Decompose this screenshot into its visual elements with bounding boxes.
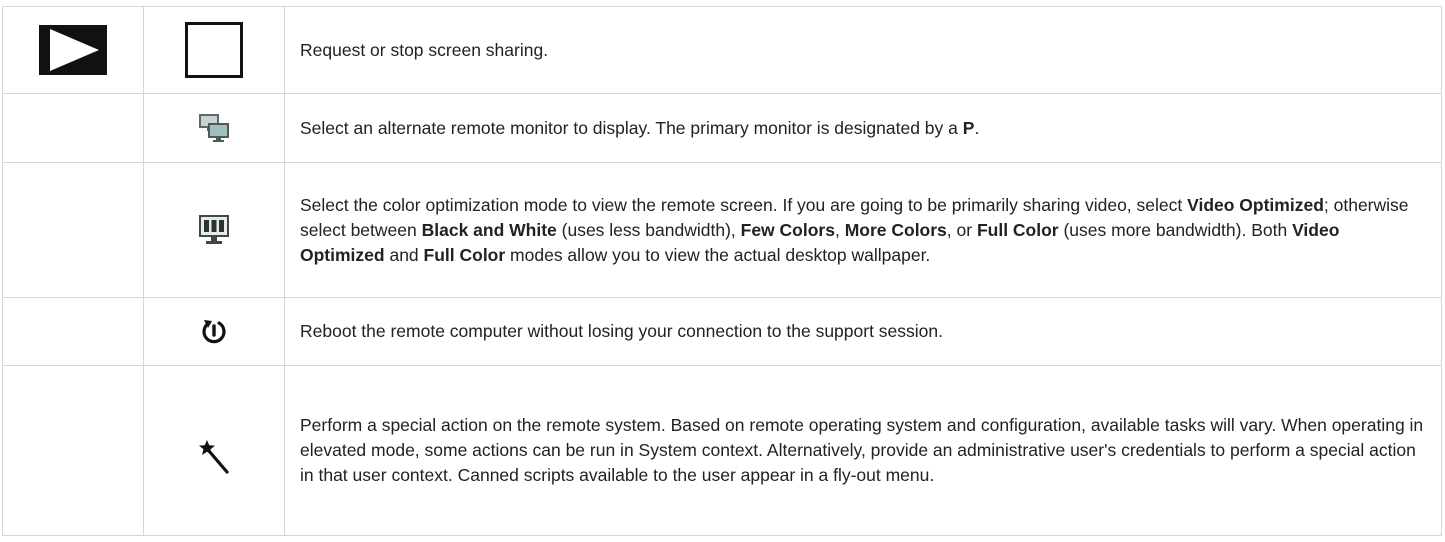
icon-cell-secondary xyxy=(143,162,285,298)
bold-term: P xyxy=(962,117,975,138)
table-row-monitor-select: Select an alternate remote monitor to di… xyxy=(2,93,1442,163)
bold-term: Video Optimized xyxy=(1187,194,1324,215)
description-text: modes allow you to view the actual deskt… xyxy=(505,244,931,265)
description-cell: Reboot the remote computer without losin… xyxy=(284,297,1442,366)
description-text: (uses less bandwidth), xyxy=(556,219,741,240)
description-text: . xyxy=(974,117,980,138)
description-text: Request or stop screen sharing. xyxy=(300,39,549,60)
color-mode-icon xyxy=(144,214,284,246)
row-description: Reboot the remote computer without losin… xyxy=(300,319,1427,344)
reboot-icon xyxy=(144,318,284,346)
table-row-color-mode: Select the color optimization mode to vi… xyxy=(2,162,1442,298)
toolbar-reference-table: Request or stop screen sharing. Select a… xyxy=(2,6,1442,536)
bold-term: Few Colors xyxy=(740,219,835,240)
description-text: Select an alternate remote monitor to di… xyxy=(300,117,963,138)
bold-term: More Colors xyxy=(844,219,947,240)
description-text: Select the color optimization mode to vi… xyxy=(300,194,1188,215)
icon-cell-secondary xyxy=(143,93,285,163)
bold-term: Black and White xyxy=(421,219,557,240)
description-text: Perform a special action on the remote s… xyxy=(300,415,1424,485)
bold-term: Full Color xyxy=(423,244,506,265)
description-text: , xyxy=(834,219,845,240)
stop-icon xyxy=(144,22,284,78)
row-description: Perform a special action on the remote s… xyxy=(300,413,1427,488)
row-description: Request or stop screen sharing. xyxy=(300,38,1427,63)
play-icon xyxy=(3,25,143,75)
monitors-icon xyxy=(144,113,284,143)
description-text: and xyxy=(384,244,424,265)
icon-cell-primary xyxy=(2,6,144,94)
icon-cell-primary xyxy=(2,93,144,163)
table-row-screen-sharing: Request or stop screen sharing. xyxy=(2,6,1442,94)
description-cell: Perform a special action on the remote s… xyxy=(284,365,1442,536)
bold-term: Full Color xyxy=(976,219,1059,240)
description-cell: Select the color optimization mode to vi… xyxy=(284,162,1442,298)
row-description: Select the color optimization mode to vi… xyxy=(300,193,1427,268)
table-row-special-action: Perform a special action on the remote s… xyxy=(2,365,1442,536)
description-text: (uses more bandwidth). Both xyxy=(1058,219,1293,240)
table-row-reboot: Reboot the remote computer without losin… xyxy=(2,297,1442,366)
description-text: , or xyxy=(946,219,977,240)
icon-cell-secondary xyxy=(143,365,285,536)
description-cell: Request or stop screen sharing. xyxy=(284,6,1442,94)
description-cell: Select an alternate remote monitor to di… xyxy=(284,93,1442,163)
row-description: Select an alternate remote monitor to di… xyxy=(300,116,1427,141)
magic-wand-icon xyxy=(144,428,284,474)
icon-cell-primary xyxy=(2,365,144,536)
description-text: Reboot the remote computer without losin… xyxy=(300,321,944,341)
icon-cell-secondary xyxy=(143,6,285,94)
icon-cell-primary xyxy=(2,297,144,366)
icon-cell-primary xyxy=(2,162,144,298)
icon-cell-secondary xyxy=(143,297,285,366)
